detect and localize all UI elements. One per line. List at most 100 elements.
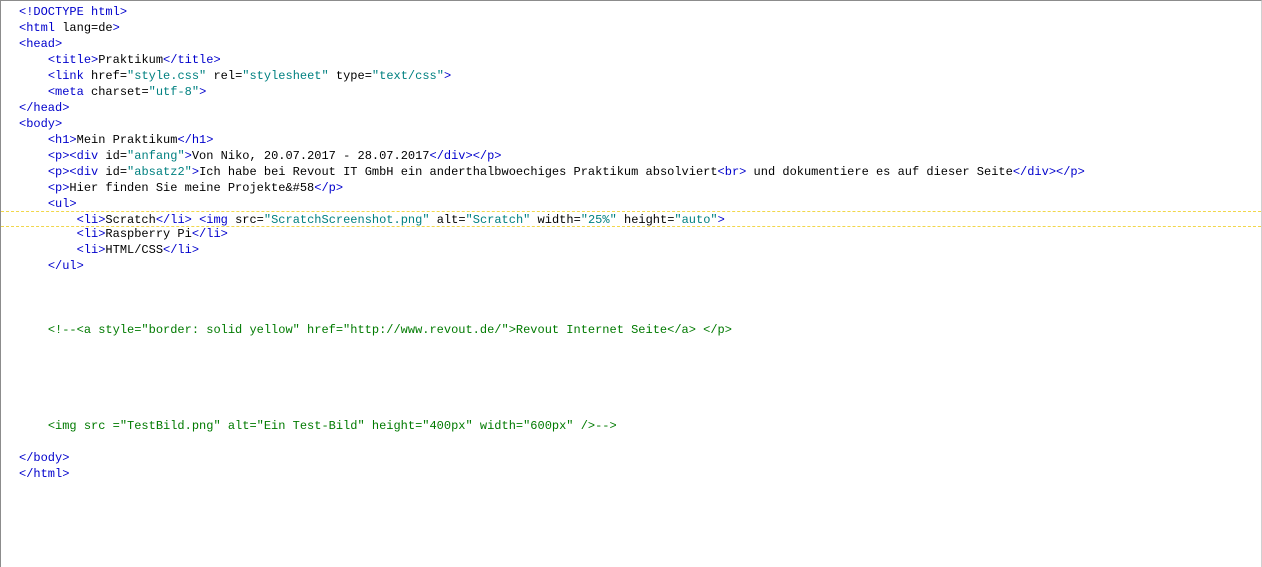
code-token: "25%" <box>580 213 617 227</box>
code-line[interactable] <box>1 402 1261 418</box>
code-token: <h1> <box>47 133 77 147</box>
code-token: <body> <box>19 117 63 131</box>
code-token: HTML/CSS <box>105 243 164 257</box>
code-token: "Scratch" <box>465 213 531 227</box>
code-line[interactable] <box>1 370 1261 386</box>
code-token: "style.css" <box>127 69 207 83</box>
code-line[interactable]: </body> <box>1 450 1261 466</box>
code-token: "text/css" <box>371 69 444 83</box>
code-token: </p> <box>314 181 344 195</box>
code-token: <head> <box>19 37 63 51</box>
code-token: <br> <box>717 165 747 179</box>
code-token: <!--<a style="border: solid yellow" href… <box>47 323 732 337</box>
code-token: </li> <box>191 227 228 241</box>
code-token: Hier finden Sie meine Projekte&#58 <box>69 181 315 195</box>
code-token: </div></p> <box>429 149 502 163</box>
code-token: </ul> <box>47 259 84 273</box>
code-line[interactable]: <head> <box>1 36 1261 52</box>
code-token: href= <box>83 69 128 83</box>
code-line[interactable] <box>1 354 1261 370</box>
code-line[interactable]: <title>Praktikum</title> <box>1 52 1261 68</box>
code-line[interactable]: </html> <box>1 466 1261 482</box>
code-token: </li> <box>163 243 200 257</box>
code-line[interactable]: <h1>Mein Praktikum</h1> <box>1 132 1261 148</box>
code-token: <li> <box>76 243 106 257</box>
code-line[interactable] <box>1 434 1261 450</box>
code-line[interactable]: <p><div id="absatz2">Ich habe bei Revout… <box>1 164 1261 180</box>
code-token: Ich habe bei Revout IT GmbH ein andertha… <box>199 165 718 179</box>
code-token: <li> <box>76 227 106 241</box>
code-token: <ul> <box>47 197 77 211</box>
code-token: <li> <box>76 213 106 227</box>
code-token: <title> <box>47 53 99 67</box>
code-token: id= <box>98 165 128 179</box>
code-token: <meta <box>47 85 84 99</box>
code-line[interactable]: <ul> <box>1 196 1261 212</box>
code-line[interactable]: </ul> <box>1 258 1261 274</box>
code-token: Raspberry Pi <box>105 227 192 241</box>
code-token: > <box>199 85 207 99</box>
code-line[interactable]: <!DOCTYPE html> <box>1 4 1261 20</box>
code-line[interactable] <box>1 306 1261 322</box>
code-line-current[interactable]: <li>Scratch</li> <img src="ScratchScreen… <box>1 211 1261 227</box>
code-token: </html> <box>19 467 70 481</box>
code-token: charset= <box>83 85 149 99</box>
code-token: > <box>112 21 120 35</box>
code-token: > <box>717 213 725 227</box>
code-token: <p><div <box>47 165 99 179</box>
code-line[interactable]: </head> <box>1 100 1261 116</box>
code-token: </div></p> <box>1012 165 1085 179</box>
code-token: > <box>443 69 452 83</box>
code-token: id= <box>98 149 128 163</box>
code-editor[interactable]: <!DOCTYPE html> <html lang=de> <head> <tit… <box>0 0 1262 567</box>
code-line[interactable]: <img src ="TestBild.png" alt="Ein Test-B… <box>1 418 1261 434</box>
code-line[interactable]: <body> <box>1 116 1261 132</box>
code-token: Praktikum <box>98 53 164 67</box>
code-line[interactable]: <link href="style.css" rel="stylesheet" … <box>1 68 1261 84</box>
code-line[interactable]: <meta charset="utf-8"> <box>1 84 1261 100</box>
code-token: "ScratchScreenshot.png" <box>263 213 430 227</box>
code-line[interactable] <box>1 290 1261 306</box>
code-token: type= <box>328 69 372 83</box>
code-area[interactable]: <!DOCTYPE html> <html lang=de> <head> <tit… <box>1 4 1261 482</box>
code-token: <html <box>19 21 56 35</box>
code-token: "stylesheet" <box>242 69 329 83</box>
code-line[interactable]: <!--<a style="border: solid yellow" href… <box>1 322 1261 338</box>
code-token: width= <box>530 213 581 227</box>
code-token: "absatz2" <box>127 165 192 179</box>
code-token: <p> <box>47 181 70 195</box>
code-line[interactable]: <html lang=de> <box>1 20 1261 36</box>
code-line[interactable] <box>1 386 1261 402</box>
code-token: > <box>191 165 200 179</box>
code-line[interactable] <box>1 274 1261 290</box>
code-token: <img <box>199 213 228 227</box>
code-token: <p><div <box>47 149 99 163</box>
code-line[interactable]: <p><div id="anfang">Von Niko, 20.07.2017… <box>1 148 1261 164</box>
code-token: <img src ="TestBild.png" alt="Ein Test-B… <box>47 419 617 433</box>
code-line[interactable] <box>1 338 1261 354</box>
code-token: </li> <box>155 213 192 227</box>
code-line[interactable]: <li>HTML/CSS</li> <box>1 242 1261 258</box>
code-line[interactable]: <p>Hier finden Sie meine Projekte&#58</p… <box>1 180 1261 196</box>
code-token: "anfang" <box>127 149 185 163</box>
code-token: Scratch <box>105 213 156 227</box>
code-token: height= <box>616 213 675 227</box>
code-token: Mein Praktikum <box>76 133 178 147</box>
code-token: </head> <box>19 101 70 115</box>
code-line[interactable]: <li>Raspberry Pi</li> <box>1 226 1261 242</box>
code-token: > <box>184 149 192 163</box>
